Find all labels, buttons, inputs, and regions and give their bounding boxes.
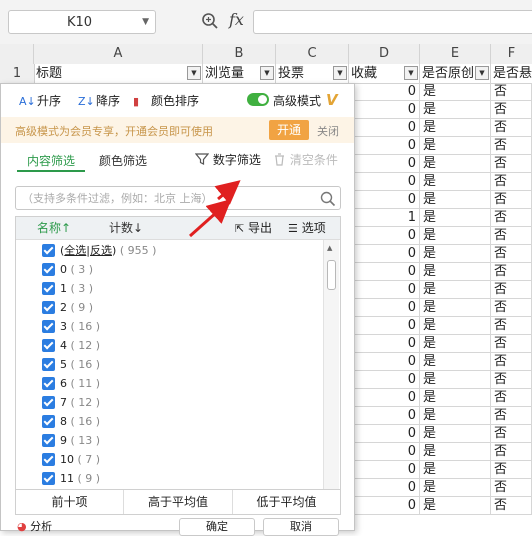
annotation-arrows [189,180,241,238]
red-arrow [214,180,241,205]
red-arrow [189,199,232,238]
